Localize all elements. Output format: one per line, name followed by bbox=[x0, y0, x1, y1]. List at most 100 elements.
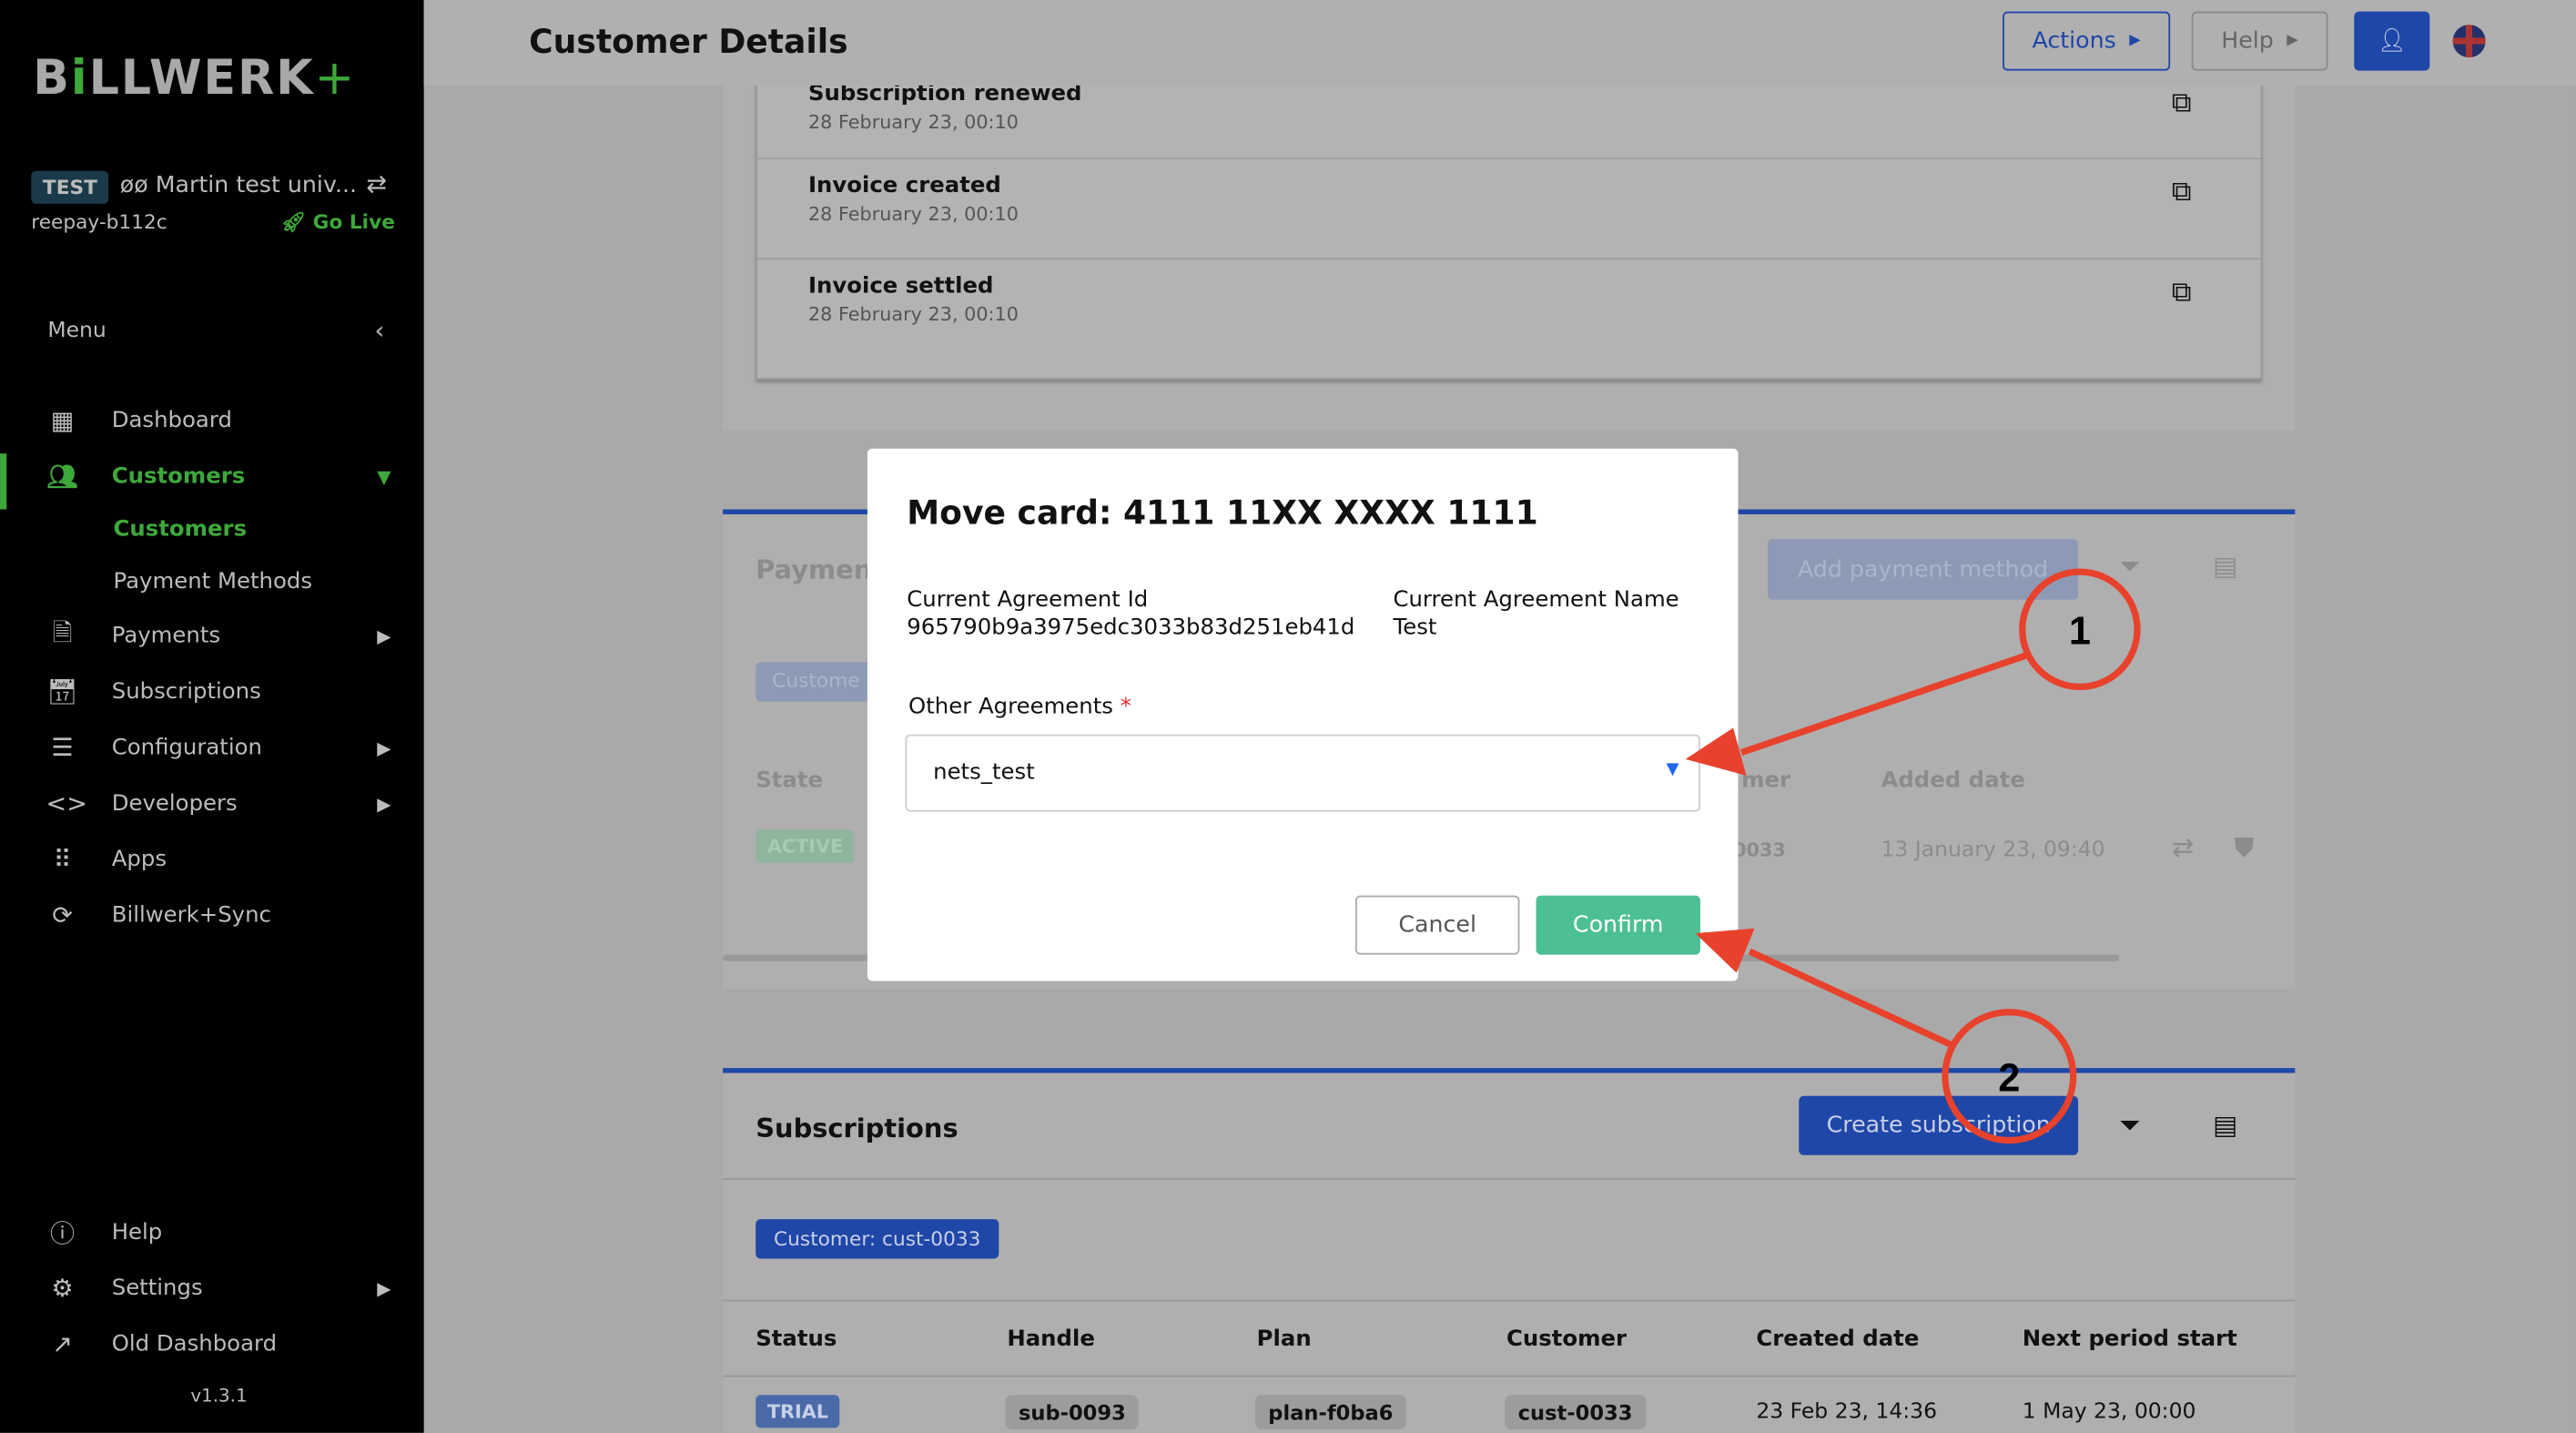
uk-flag-icon[interactable] bbox=[2452, 25, 2486, 58]
sidebar-item-label: Settings bbox=[111, 1275, 203, 1302]
sidebar-item-billwerk-sync[interactable]: ⟳ Billwerk+Sync bbox=[0, 890, 424, 940]
added-date-cell: 13 January 23, 09:40 bbox=[1881, 838, 2105, 863]
help-button[interactable]: Help ▶ bbox=[2191, 11, 2328, 71]
sidebar-item-customers[interactable]: 👥︎ Customers ▼ bbox=[0, 452, 424, 501]
users-icon: 👥︎ bbox=[46, 462, 78, 492]
customer-cell[interactable]: cust-0033 bbox=[1505, 1395, 1646, 1430]
dialog-title: Move card: 4111 11XX XXXX 1111 bbox=[907, 493, 1538, 533]
filter-icon[interactable]: ⏷ bbox=[2119, 1109, 2140, 1142]
sidebar-subitem-customers[interactable]: Customers bbox=[114, 516, 248, 543]
move-card-dialog: Move card: 4111 11XX XXXX 1111 Current A… bbox=[867, 448, 1739, 981]
divider bbox=[723, 1375, 2296, 1377]
actions-button[interactable]: Actions ▶ bbox=[2003, 11, 2171, 71]
env-badge: TEST bbox=[31, 170, 109, 204]
go-live-link[interactable]: 🚀︎ Go Live bbox=[281, 210, 395, 233]
columns-icon[interactable]: ▤ bbox=[2213, 1109, 2237, 1140]
sidebar-item-label: Configuration bbox=[111, 734, 262, 761]
page-title: Customer Details bbox=[529, 21, 848, 61]
plan-cell[interactable]: plan-f0ba6 bbox=[1254, 1395, 1406, 1430]
event-date: 28 February 23, 00:10 bbox=[807, 302, 1019, 326]
sidebar-item-apps[interactable]: ⠿ Apps bbox=[0, 835, 424, 884]
column-header-created-date[interactable]: Created date bbox=[1756, 1326, 1919, 1352]
go-live-label: Go Live bbox=[312, 210, 395, 234]
org-name[interactable]: øø Martin test univ... bbox=[120, 173, 357, 199]
column-header-next-period[interactable]: Next period start bbox=[2023, 1326, 2237, 1352]
version: v1.3.1 bbox=[190, 1385, 248, 1407]
agreement-id-label: Current Agreement Id bbox=[907, 586, 1149, 614]
sliders-icon: ☰ bbox=[51, 732, 74, 763]
shield-icon[interactable]: ⛊ bbox=[2235, 831, 2255, 864]
sidebar: BiLLWERK+ TEST øø Martin test univ... ⇄ … bbox=[0, 0, 424, 1433]
collapse-menu-icon[interactable]: ‹ bbox=[374, 316, 384, 345]
code-icon: <> bbox=[46, 788, 87, 818]
cancel-button[interactable]: Cancel bbox=[1354, 895, 1520, 955]
divider bbox=[723, 1299, 2296, 1302]
event-title: Invoice created bbox=[807, 172, 1001, 199]
column-header-customer[interactable]: Customer bbox=[1506, 1326, 1627, 1352]
selected-value: nets_test bbox=[933, 758, 1035, 786]
sidebar-item-dashboard[interactable]: ▦ Dashboard bbox=[0, 396, 424, 445]
move-card-icon[interactable]: ⇄ bbox=[2172, 831, 2194, 862]
column-header-added-date[interactable]: Added date bbox=[1881, 767, 2024, 794]
created-date-cell: 23 Feb 23, 14:36 bbox=[1756, 1399, 1938, 1425]
sidebar-item-label: Dashboard bbox=[111, 407, 232, 434]
rocket-icon: 🚀︎ bbox=[280, 210, 313, 234]
sidebar-item-help[interactable]: ⓘ Help bbox=[0, 1208, 424, 1257]
agreement-id-value: 965790b9a3975edc3033b83d251eb41d bbox=[907, 614, 1355, 641]
column-header-handle[interactable]: Handle bbox=[1007, 1326, 1095, 1352]
help-label: Help bbox=[2221, 27, 2274, 55]
sidebar-item-subscriptions[interactable]: 📅︎ Subscriptions bbox=[0, 667, 424, 716]
sidebar-item-label: Payments bbox=[111, 623, 221, 649]
billwerk-logo: BiLLWERK+ bbox=[33, 49, 357, 106]
caret-right-icon: ▶ bbox=[377, 625, 391, 647]
column-header-customer[interactable]: mer bbox=[1741, 767, 1790, 794]
sync-icon: ⟳ bbox=[52, 900, 73, 930]
caret-down-icon: ▼ bbox=[377, 465, 391, 488]
required-mark: * bbox=[1120, 693, 1131, 720]
other-agreements-text: Other Agreements bbox=[908, 693, 1114, 720]
user-menu-button[interactable]: 👤︎ bbox=[2354, 11, 2430, 71]
divider bbox=[723, 1178, 2296, 1180]
user-icon: 👤︎ bbox=[2377, 27, 2407, 55]
gear-icon: ⚙ bbox=[51, 1273, 74, 1304]
external-link-icon[interactable]: ⧉ bbox=[2172, 276, 2192, 309]
switch-org-icon[interactable]: ⇄ bbox=[366, 169, 387, 198]
agreement-name-label: Current Agreement Name bbox=[1393, 586, 1679, 614]
caret-right-icon: ▶ bbox=[377, 792, 391, 815]
sidebar-subitem-payment-methods[interactable]: Payment Methods bbox=[114, 568, 312, 595]
event-date: 28 February 23, 00:10 bbox=[807, 201, 1019, 226]
filter-icon[interactable]: ⏷ bbox=[2119, 551, 2140, 584]
document-icon: 🗎︎ bbox=[52, 616, 73, 647]
actions-label: Actions bbox=[2032, 27, 2116, 55]
event-title: Invoice settled bbox=[807, 272, 994, 300]
handle-cell[interactable]: sub-0093 bbox=[1005, 1395, 1140, 1430]
add-payment-method-button[interactable]: Add payment method bbox=[1767, 538, 2079, 600]
external-link-icon[interactable]: ⧉ bbox=[2172, 87, 2192, 120]
status-badge: TRIAL bbox=[756, 1395, 840, 1428]
create-subscription-button[interactable]: Create subscription bbox=[1799, 1095, 2079, 1155]
confirm-button[interactable]: Confirm bbox=[1536, 895, 1700, 955]
other-agreements-select[interactable]: nets_test ▼ bbox=[905, 734, 1700, 812]
sidebar-item-configuration[interactable]: ☰ Configuration ▶ bbox=[0, 723, 424, 772]
subscriptions-panel: Subscriptions Create subscription ⏷ ▤ Cu… bbox=[723, 1068, 2296, 1433]
sidebar-item-developers[interactable]: <> Developers ▶ bbox=[0, 778, 424, 828]
menu-label: Menu bbox=[47, 319, 106, 344]
caret-right-icon: ▶ bbox=[377, 737, 391, 758]
sidebar-item-settings[interactable]: ⚙ Settings ▶ bbox=[0, 1264, 424, 1313]
grid-icon: ▦ bbox=[50, 405, 75, 436]
column-header-status[interactable]: Status bbox=[756, 1326, 837, 1352]
column-header-plan[interactable]: Plan bbox=[1257, 1326, 1312, 1352]
column-header-state[interactable]: State bbox=[756, 767, 823, 794]
help-icon: ⓘ bbox=[50, 1218, 76, 1248]
panel-title: Paymen bbox=[756, 554, 873, 585]
sidebar-item-payments[interactable]: 🗎︎ Payments ▶ bbox=[0, 611, 424, 660]
sidebar-item-label: Help bbox=[111, 1219, 163, 1246]
panel-title: Subscriptions bbox=[756, 1112, 958, 1144]
sidebar-item-label: Subscriptions bbox=[111, 678, 261, 706]
sidebar-item-label: Apps bbox=[111, 846, 167, 873]
filter-chip[interactable]: Customer: cust-0033 bbox=[756, 1219, 999, 1259]
external-link-icon[interactable]: ⧉ bbox=[2172, 176, 2192, 208]
columns-icon[interactable]: ▤ bbox=[2213, 551, 2237, 582]
sidebar-item-old-dashboard[interactable]: ↗ Old Dashboard bbox=[0, 1319, 424, 1368]
sidebar-item-label: Billwerk+Sync bbox=[111, 901, 271, 929]
